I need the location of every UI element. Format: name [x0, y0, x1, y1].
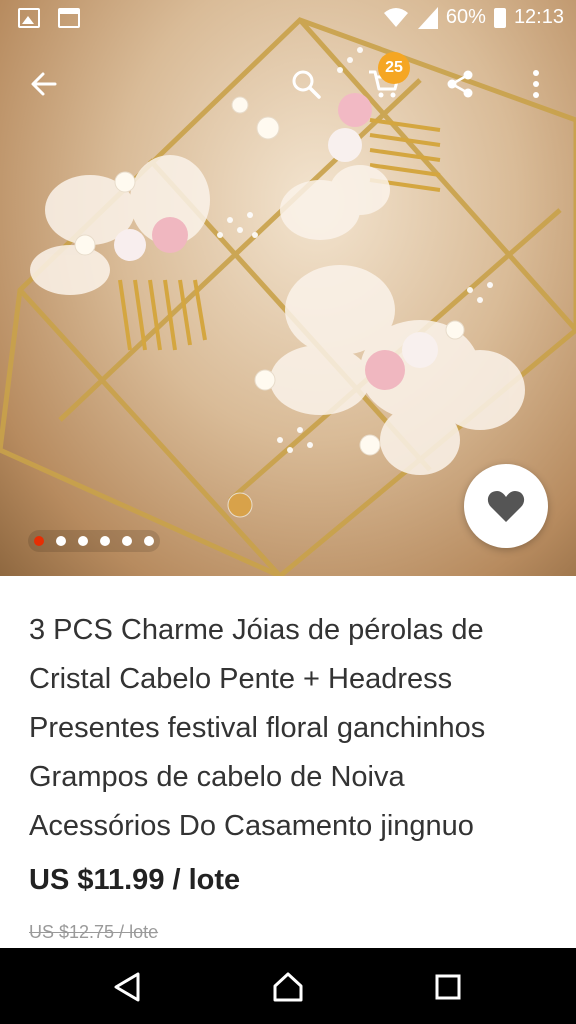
nav-back-icon [114, 972, 140, 1002]
share-icon [447, 70, 473, 98]
status-bar: 60% 12:13 [0, 0, 576, 40]
nav-back-button[interactable] [106, 966, 148, 1008]
battery-percent: 60% [445, 6, 486, 28]
nav-recent-icon [435, 974, 461, 1000]
image-pager [28, 530, 160, 552]
status-time: 12:13 [513, 6, 564, 28]
back-arrow-icon [31, 72, 57, 96]
store-icon [58, 8, 80, 28]
wifi-icon [383, 7, 408, 27]
search-icon [292, 70, 321, 99]
product-price: US $11.99 / lote [29, 864, 241, 896]
signal-icon [417, 6, 438, 29]
pager-dot[interactable] [122, 536, 132, 546]
more-options-button[interactable] [510, 58, 562, 110]
image-icon [18, 8, 40, 28]
more-vertical-icon [533, 70, 539, 98]
pager-dot[interactable] [78, 536, 88, 546]
product-info: 3 PCS Charme Jóias de pérolas de Cristal… [0, 576, 576, 948]
pager-dot-active[interactable] [34, 536, 44, 546]
cart-count-badge: 25 [378, 52, 410, 84]
product-title: 3 PCS Charme Jóias de pérolas de Cristal… [29, 614, 486, 842]
pager-dot[interactable] [144, 536, 154, 546]
system-nav-bar [0, 948, 576, 1024]
back-button[interactable] [18, 58, 70, 110]
favorite-button[interactable] [464, 464, 548, 548]
share-button[interactable] [434, 58, 486, 110]
top-action-bar [0, 48, 576, 120]
search-button[interactable] [280, 58, 332, 110]
heart-icon [487, 491, 525, 522]
nav-home-icon [273, 972, 303, 1002]
product-detail-screen: 60% 12:13 25 3 PCS Charme Jóias de pérol… [0, 0, 576, 1024]
product-original-price: US $12.75 / lote [29, 922, 159, 942]
nav-home-button[interactable] [267, 966, 309, 1008]
nav-recent-button[interactable] [427, 966, 469, 1008]
pager-dot[interactable] [56, 536, 66, 546]
battery-icon [493, 7, 506, 28]
pager-dot[interactable] [100, 536, 110, 546]
